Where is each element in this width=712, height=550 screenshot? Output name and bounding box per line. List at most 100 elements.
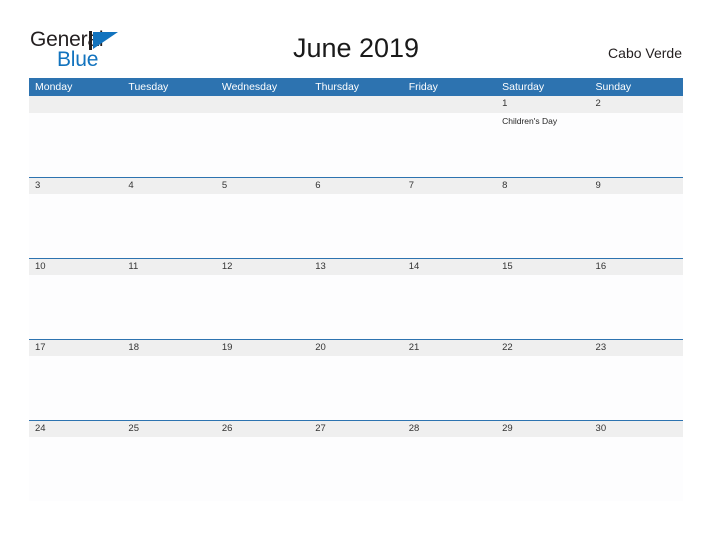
week-date-number-band: 3456789: [29, 177, 683, 194]
day-cell[interactable]: [122, 275, 215, 339]
date-number[interactable]: 26: [216, 421, 309, 437]
calendar-grid: Monday Tuesday Wednesday Thursday Friday Satu…: [29, 78, 683, 501]
day-cell[interactable]: [309, 356, 402, 420]
day-cell[interactable]: [309, 275, 402, 339]
day-cell[interactable]: [122, 437, 215, 501]
day-cell[interactable]: [403, 275, 496, 339]
day-cell[interactable]: [590, 275, 683, 339]
day-cell[interactable]: [496, 437, 589, 501]
day-of-week-header: Thursday: [315, 81, 360, 93]
date-number[interactable]: 20: [309, 340, 402, 356]
week-event-band: [29, 275, 683, 339]
day-of-week-header-row: Monday Tuesday Wednesday Thursday Friday Satu…: [29, 78, 683, 96]
date-number[interactable]: 6: [309, 178, 402, 194]
day-cell[interactable]: [496, 356, 589, 420]
day-cell[interactable]: [216, 356, 309, 420]
day-cell[interactable]: [496, 194, 589, 258]
date-number[interactable]: 30: [590, 421, 683, 437]
date-number[interactable]: 16: [590, 259, 683, 275]
date-number[interactable]: 13: [309, 259, 402, 275]
date-number[interactable]: [216, 96, 309, 113]
date-number[interactable]: 17: [29, 340, 122, 356]
day-cell[interactable]: [29, 194, 122, 258]
date-number[interactable]: 3: [29, 178, 122, 194]
date-number[interactable]: 14: [403, 259, 496, 275]
day-cell[interactable]: [403, 113, 496, 177]
week-date-number-band: 10 11 12 13 14 15 16: [29, 258, 683, 275]
date-number[interactable]: 19: [216, 340, 309, 356]
week-date-number-band: 24 25 26 27 28 29 30: [29, 420, 683, 437]
day-cell[interactable]: [309, 194, 402, 258]
day-cell[interactable]: [309, 113, 402, 177]
week-event-band: Children's Day: [29, 113, 683, 177]
date-number[interactable]: 28: [403, 421, 496, 437]
calendar-week-row: 1 2 Children's Day: [29, 96, 683, 177]
day-cell[interactable]: [590, 437, 683, 501]
date-number[interactable]: [29, 96, 122, 113]
day-of-week-header: Wednesday: [221, 81, 278, 93]
day-cell[interactable]: [403, 356, 496, 420]
week-date-number-band: 12: [29, 96, 683, 113]
date-number[interactable]: 1: [496, 96, 589, 113]
date-number[interactable]: 7: [403, 178, 496, 194]
day-of-week-header: Sunday: [595, 81, 632, 93]
week-date-number-band: 17 18 19 20 21 22 23: [29, 339, 683, 356]
day-cell[interactable]: [590, 194, 683, 258]
week-event-band: [29, 437, 683, 501]
calendar-weeks: 1 2 Children's Day 3 4 5 6 7 8 9 10 11 12 13 14 15 16 17 1…: [29, 96, 683, 501]
day-of-week-header: Friday: [408, 81, 438, 93]
date-number[interactable]: 5: [216, 178, 309, 194]
calendar-page: General Blue June 2019 Cabo Verde Monday…: [0, 0, 712, 550]
page-title: June 2019: [292, 33, 420, 63]
day-cell[interactable]: [122, 113, 215, 177]
date-number[interactable]: 24: [29, 421, 122, 437]
day-cell[interactable]: [403, 437, 496, 501]
day-of-week-header: Tuesday: [128, 81, 169, 93]
day-cell[interactable]: [29, 113, 122, 177]
date-number[interactable]: 12: [216, 259, 309, 275]
day-cell[interactable]: [29, 275, 122, 339]
day-cell[interactable]: [29, 356, 122, 420]
date-number[interactable]: 2: [590, 96, 683, 113]
date-number[interactable]: 8: [496, 178, 589, 194]
holiday-event-label: Children's Day: [502, 116, 558, 126]
page-header: General Blue June 2019 Cabo Verde: [0, 0, 712, 78]
day-cell[interactable]: [496, 275, 589, 339]
calendar-week-row: 10 11 12 13 14 15 16: [29, 258, 683, 339]
week-event-band: [29, 356, 683, 420]
day-cell[interactable]: [216, 275, 309, 339]
day-cell[interactable]: [309, 437, 402, 501]
day-cell[interactable]: [590, 113, 683, 177]
date-number[interactable]: 15: [496, 259, 589, 275]
date-number[interactable]: [309, 96, 402, 113]
date-number[interactable]: 29: [496, 421, 589, 437]
day-cell[interactable]: [590, 356, 683, 420]
day-of-week-header: Monday: [35, 81, 73, 93]
date-number[interactable]: [122, 96, 215, 113]
date-number[interactable]: 9: [590, 178, 683, 194]
week-event-band: [29, 194, 683, 258]
day-cell[interactable]: [122, 194, 215, 258]
day-of-week-header: Saturday: [502, 81, 545, 93]
date-number[interactable]: 11: [122, 259, 215, 275]
day-cell[interactable]: [122, 356, 215, 420]
date-number[interactable]: 21: [403, 340, 496, 356]
date-number[interactable]: 22: [496, 340, 589, 356]
date-number[interactable]: 18: [122, 340, 215, 356]
calendar-week-row: 17 18 19 20 21 22 23: [29, 339, 683, 420]
date-number[interactable]: 25: [122, 421, 215, 437]
day-cell[interactable]: [403, 194, 496, 258]
date-number[interactable]: 27: [309, 421, 402, 437]
calendar-week-row: 3456789: [29, 177, 683, 258]
country-label: Cabo Verde: [608, 45, 682, 61]
date-number[interactable]: 23: [590, 340, 683, 356]
calendar-week-row: 24 25 26 27 28 29 30: [29, 420, 683, 501]
date-number[interactable]: 4: [122, 178, 215, 194]
day-cell[interactable]: [216, 437, 309, 501]
date-number[interactable]: [403, 96, 496, 113]
day-cell[interactable]: [29, 437, 122, 501]
day-cell[interactable]: [216, 113, 309, 177]
day-cell[interactable]: Children's Day: [496, 113, 589, 177]
day-cell[interactable]: [216, 194, 309, 258]
date-number[interactable]: 10: [29, 259, 122, 275]
